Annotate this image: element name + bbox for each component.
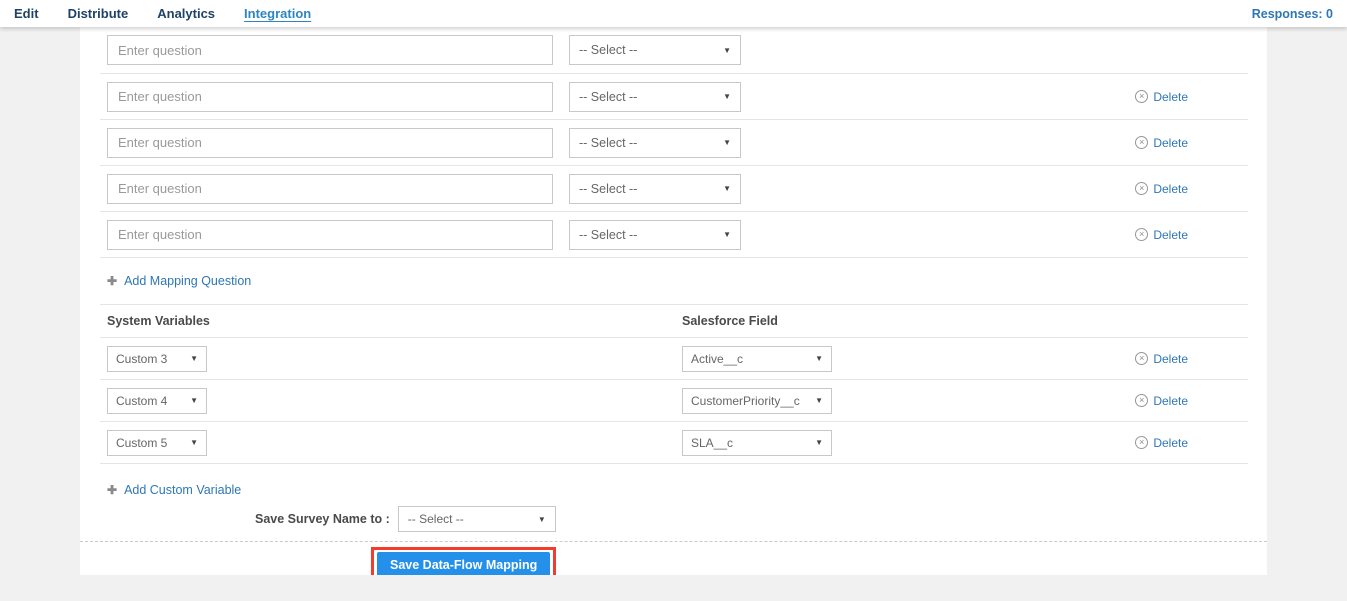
chevron-down-icon: ▼ xyxy=(723,46,731,55)
select-value: Custom 3 xyxy=(116,352,167,366)
tab-integration[interactable]: Integration xyxy=(244,6,311,21)
add-custom-variable-label: Add Custom Variable xyxy=(124,483,241,497)
mapping-question-row: -- Select -- ▼ × Delete xyxy=(100,74,1248,120)
variable-mapping-header-row: System Variables Salesforce Field xyxy=(100,304,1248,338)
responses-count[interactable]: Responses: 0 xyxy=(1252,7,1333,21)
select-value: Custom 4 xyxy=(116,394,167,408)
variable-mapping-row: Custom 3 ▼ Active__c ▼ × Delete xyxy=(100,338,1248,380)
delete-mapping-question-button[interactable]: × Delete xyxy=(1135,136,1188,150)
select-value: CustomerPriority__c xyxy=(691,394,800,408)
tab-analytics[interactable]: Analytics xyxy=(157,6,215,21)
circle-x-icon: × xyxy=(1135,136,1148,149)
question-field-select[interactable]: -- Select -- ▼ xyxy=(569,174,741,204)
delete-variable-button[interactable]: × Delete xyxy=(1135,352,1188,366)
delete-label: Delete xyxy=(1153,182,1188,196)
add-mapping-question-button[interactable]: ✚ Add Mapping Question xyxy=(100,258,1248,304)
red-highlight-box: Save Data-Flow Mapping xyxy=(371,547,556,575)
chevron-down-icon: ▼ xyxy=(815,354,823,363)
delete-label: Delete xyxy=(1153,436,1188,450)
chevron-down-icon: ▼ xyxy=(190,438,198,447)
system-variable-select[interactable]: Custom 3 ▼ xyxy=(107,346,207,372)
chevron-down-icon: ▼ xyxy=(190,354,198,363)
chevron-down-icon: ▼ xyxy=(723,92,731,101)
save-data-flow-mapping-button[interactable]: Save Data-Flow Mapping xyxy=(377,552,550,575)
delete-variable-button[interactable]: × Delete xyxy=(1135,436,1188,450)
select-value: -- Select -- xyxy=(579,228,637,242)
question-input[interactable] xyxy=(107,220,553,250)
question-field-select[interactable]: -- Select -- ▼ xyxy=(569,35,741,65)
delete-mapping-question-button[interactable]: × Delete xyxy=(1135,90,1188,104)
delete-mapping-question-button[interactable]: × Delete xyxy=(1135,228,1188,242)
circle-x-icon: × xyxy=(1135,90,1148,103)
question-input[interactable] xyxy=(107,128,553,158)
select-value: Active__c xyxy=(691,352,743,366)
delete-label: Delete xyxy=(1153,352,1188,366)
footer-actions: Save Data-Flow Mapping xyxy=(80,547,1267,575)
delete-label: Delete xyxy=(1153,394,1188,408)
delete-label: Delete xyxy=(1153,228,1188,242)
question-input[interactable] xyxy=(107,82,553,112)
top-navigation-bar: Edit Distribute Analytics Integration Re… xyxy=(0,0,1347,27)
circle-x-icon: × xyxy=(1135,436,1148,449)
mapping-question-row: -- Select -- ▼ × Delete xyxy=(100,166,1248,212)
add-mapping-question-label: Add Mapping Question xyxy=(124,274,251,288)
chevron-down-icon: ▼ xyxy=(538,515,546,524)
save-survey-name-row: Save Survey Name to : -- Select -- ▼ xyxy=(100,506,1248,532)
question-input[interactable] xyxy=(107,174,553,204)
variable-mapping-row: Custom 5 ▼ SLA__c ▼ × Delete xyxy=(100,422,1248,464)
salesforce-field-select[interactable]: Active__c ▼ xyxy=(682,346,832,372)
circle-x-icon: × xyxy=(1135,394,1148,407)
salesforce-field-header: Salesforce Field xyxy=(682,314,778,328)
circle-x-icon: × xyxy=(1135,352,1148,365)
integration-mapping-panel: -- Select -- ▼ -- Select -- ▼ × Delete -… xyxy=(80,27,1267,575)
question-field-select[interactable]: -- Select -- ▼ xyxy=(569,128,741,158)
question-input[interactable] xyxy=(107,35,553,65)
delete-variable-button[interactable]: × Delete xyxy=(1135,394,1188,408)
salesforce-field-select[interactable]: CustomerPriority__c ▼ xyxy=(682,388,832,414)
system-variables-header: System Variables xyxy=(107,314,682,328)
select-value: SLA__c xyxy=(691,436,733,450)
chevron-down-icon: ▼ xyxy=(190,396,198,405)
select-value: -- Select -- xyxy=(579,43,637,57)
select-value: -- Select -- xyxy=(579,182,637,196)
circle-x-icon: × xyxy=(1135,228,1148,241)
delete-label: Delete xyxy=(1153,136,1188,150)
chevron-down-icon: ▼ xyxy=(723,230,731,239)
tab-distribute[interactable]: Distribute xyxy=(68,6,129,21)
chevron-down-icon: ▼ xyxy=(723,138,731,147)
circle-x-icon: × xyxy=(1135,182,1148,195)
tab-edit[interactable]: Edit xyxy=(14,6,39,21)
add-custom-variable-button[interactable]: ✚ Add Custom Variable xyxy=(100,477,1248,503)
save-survey-name-label: Save Survey Name to : xyxy=(255,512,390,526)
select-value: -- Select -- xyxy=(408,512,464,526)
question-field-select[interactable]: -- Select -- ▼ xyxy=(569,220,741,250)
chevron-down-icon: ▼ xyxy=(723,184,731,193)
plus-icon: ✚ xyxy=(107,483,117,497)
mapping-question-row: -- Select -- ▼ × Delete xyxy=(100,212,1248,258)
system-variable-select[interactable]: Custom 5 ▼ xyxy=(107,430,207,456)
select-value: -- Select -- xyxy=(579,90,637,104)
plus-icon: ✚ xyxy=(107,274,117,288)
dashed-divider xyxy=(80,541,1267,542)
select-value: Custom 5 xyxy=(116,436,167,450)
mapping-question-row: -- Select -- ▼ xyxy=(100,27,1248,74)
delete-mapping-question-button[interactable]: × Delete xyxy=(1135,182,1188,196)
system-variable-select[interactable]: Custom 4 ▼ xyxy=(107,388,207,414)
chevron-down-icon: ▼ xyxy=(815,396,823,405)
variable-mapping-row: Custom 4 ▼ CustomerPriority__c ▼ × Delet… xyxy=(100,380,1248,422)
question-field-select[interactable]: -- Select -- ▼ xyxy=(569,82,741,112)
select-value: -- Select -- xyxy=(579,136,637,150)
survey-name-select[interactable]: -- Select -- ▼ xyxy=(398,506,556,532)
mapping-question-row: -- Select -- ▼ × Delete xyxy=(100,120,1248,166)
delete-label: Delete xyxy=(1153,90,1188,104)
salesforce-field-select[interactable]: SLA__c ▼ xyxy=(682,430,832,456)
chevron-down-icon: ▼ xyxy=(815,438,823,447)
